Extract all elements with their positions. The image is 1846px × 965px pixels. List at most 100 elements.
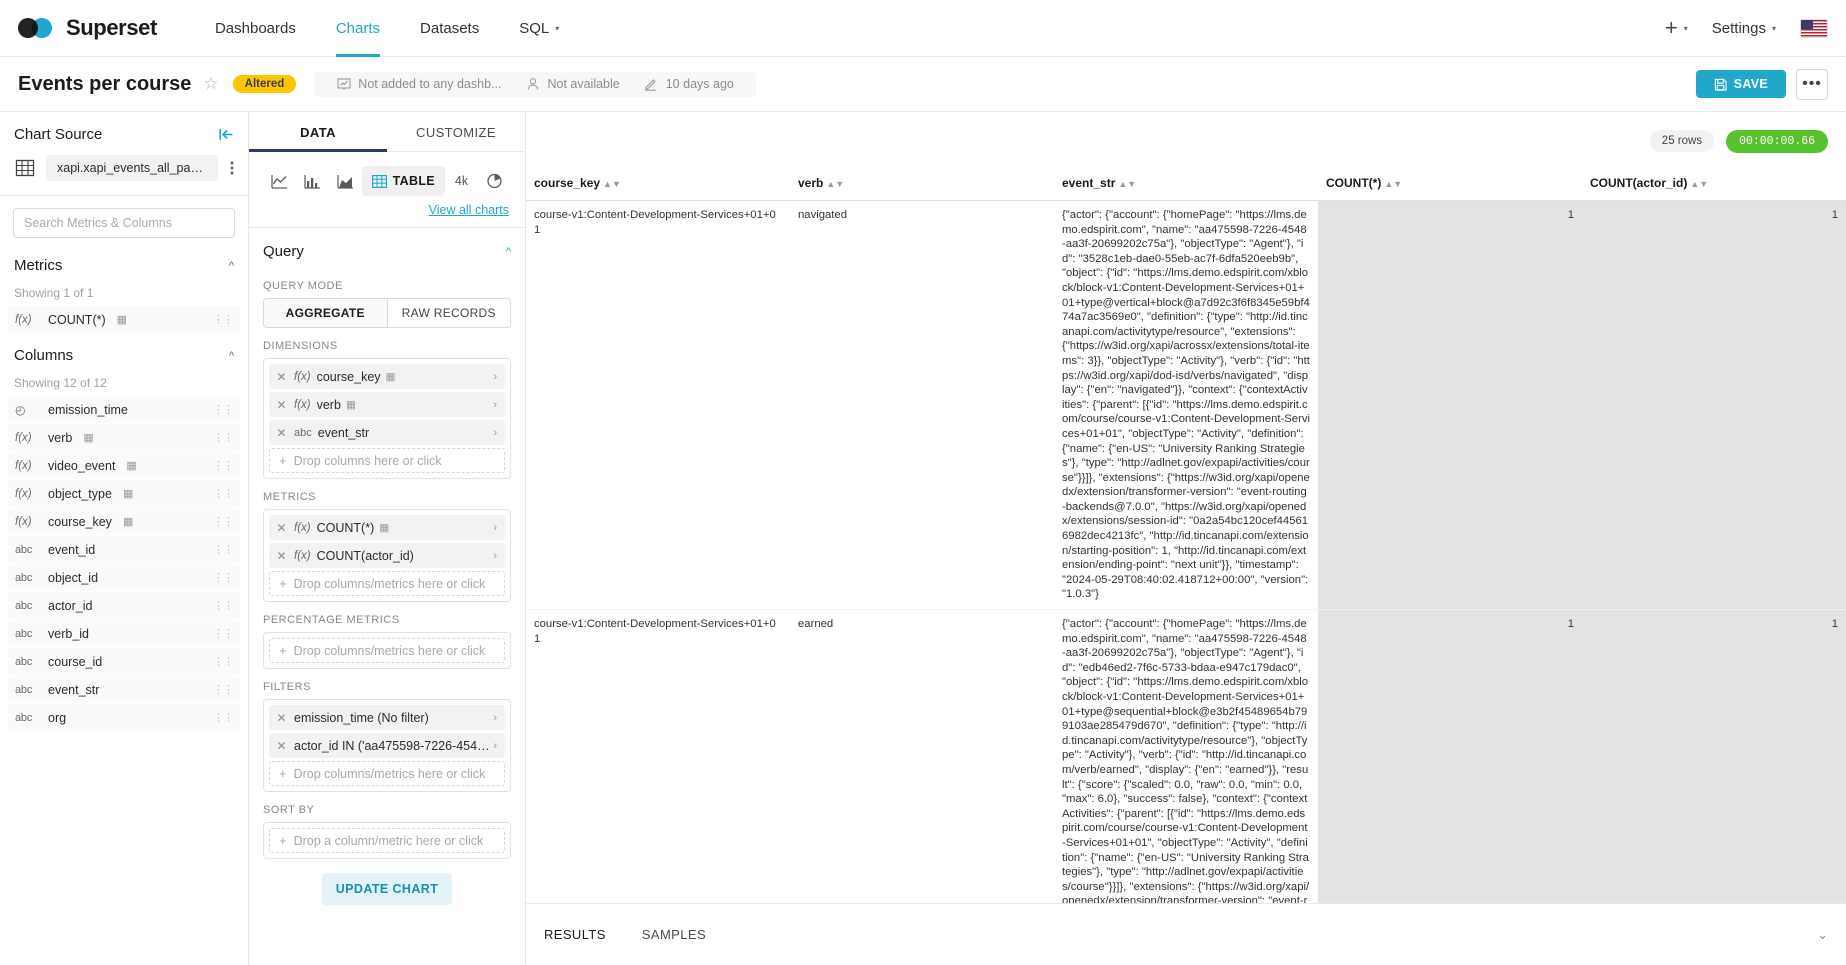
tab-customize[interactable]: CUSTOMIZE: [387, 112, 525, 151]
drag-handle-icon[interactable]: ⋮⋮: [213, 313, 234, 326]
filters-dropzone[interactable]: ✕ emission_time (No filter) › ✕ actor_id IN …: [263, 699, 511, 792]
nav-link-sql[interactable]: SQL ▾: [499, 0, 579, 57]
chevron-up-icon[interactable]: ^: [506, 246, 511, 258]
area-chart-icon[interactable]: [329, 166, 362, 196]
list-item[interactable]: abc org ⋮⋮: [8, 704, 240, 731]
collapse-results-icon[interactable]: ⌄: [1817, 927, 1828, 943]
list-item[interactable]: abc object_id ⋮⋮: [8, 564, 240, 591]
control-chip[interactable]: ✕ f(x) course_key ▦ ›: [269, 364, 505, 389]
chevron-right-icon[interactable]: ›: [493, 522, 505, 534]
column-header-event-str[interactable]: event_str ▲▼: [1054, 170, 1318, 201]
chevron-right-icon[interactable]: ›: [493, 550, 505, 562]
dimensions-dropzone[interactable]: ✕ f(x) course_key ▦ › ✕ f(x) verb ▦ › ✕ abc event_st…: [263, 358, 511, 479]
chevron-up-icon[interactable]: ^: [229, 350, 234, 362]
control-chip[interactable]: ✕ abc event_str ›: [269, 420, 505, 445]
bar-chart-icon[interactable]: [296, 166, 329, 196]
drop-placeholder[interactable]: + Drop columns/metrics here or click: [269, 571, 505, 596]
control-chip[interactable]: ✕ actor_id IN ('aa475598-7226-4548-a... ›: [269, 733, 505, 758]
settings-menu[interactable]: Settings ▾: [1712, 20, 1776, 37]
remove-icon[interactable]: ✕: [269, 711, 294, 725]
percentage-metrics-dropzone[interactable]: + Drop columns/metrics here or click: [263, 632, 511, 669]
list-item[interactable]: abc event_str ⋮⋮: [8, 676, 240, 703]
list-item[interactable]: abc event_id ⋮⋮: [8, 536, 240, 563]
more-options-button[interactable]: •••: [1796, 68, 1828, 100]
list-item[interactable]: f(x) COUNT(*) ▦ ⋮⋮: [8, 306, 240, 333]
view-all-charts-link[interactable]: View all charts: [429, 203, 509, 217]
dataset-name[interactable]: xapi.xapi_events_all_parsed: [46, 155, 218, 181]
remove-icon[interactable]: ✕: [269, 370, 294, 384]
list-item[interactable]: f(x) object_type ▦ ⋮⋮: [8, 480, 240, 507]
tab-samples[interactable]: SAMPLES: [642, 927, 706, 942]
drop-placeholder[interactable]: + Drop a column/metric here or click: [269, 828, 505, 853]
drag-handle-icon[interactable]: ⋮⋮: [213, 403, 234, 416]
tab-data[interactable]: DATA: [249, 112, 387, 152]
chevron-right-icon[interactable]: ›: [493, 740, 505, 752]
superset-logo[interactable]: Superset: [18, 15, 157, 41]
drag-handle-icon[interactable]: ⋮⋮: [213, 459, 234, 472]
line-chart-icon[interactable]: [263, 166, 296, 196]
collapse-panel-icon[interactable]: [219, 128, 234, 141]
nav-link-dashboards[interactable]: Dashboards: [195, 0, 316, 57]
column-header-count-star[interactable]: COUNT(*) ▲▼: [1318, 170, 1582, 201]
chevron-up-icon[interactable]: ^: [229, 260, 234, 272]
chevron-right-icon[interactable]: ›: [493, 427, 505, 439]
language-flag-icon[interactable]: [1800, 18, 1828, 38]
control-chip[interactable]: ✕ f(x) COUNT(*) ▦ ›: [269, 515, 505, 540]
drag-handle-icon[interactable]: ⋮⋮: [213, 599, 234, 612]
list-item[interactable]: ◴ emission_time ⋮⋮: [8, 396, 240, 423]
nav-link-datasets[interactable]: Datasets: [400, 0, 499, 57]
sortby-dropzone[interactable]: + Drop a column/metric here or click: [263, 822, 511, 859]
drag-handle-icon[interactable]: ⋮⋮: [213, 487, 234, 500]
save-button[interactable]: SAVE: [1695, 70, 1786, 98]
pie-chart-icon[interactable]: [478, 166, 511, 196]
results-table-body: course-v1:Content-Development-Services+0…: [526, 200, 1846, 903]
add-new-button[interactable]: + ▾: [1665, 15, 1688, 41]
control-chip[interactable]: ✕ f(x) COUNT(actor_id) ›: [269, 543, 505, 568]
update-chart-button[interactable]: UPDATE CHART: [322, 873, 452, 905]
remove-icon[interactable]: ✕: [269, 426, 294, 440]
remove-icon[interactable]: ✕: [269, 739, 294, 753]
drag-handle-icon[interactable]: ⋮⋮: [213, 571, 234, 584]
drag-handle-icon[interactable]: ⋮⋮: [213, 711, 234, 724]
drag-handle-icon[interactable]: ⋮⋮: [213, 543, 234, 556]
favorite-star-icon[interactable]: ☆: [203, 74, 218, 94]
viz-type-bignumber[interactable]: 4k: [445, 174, 478, 188]
drop-placeholder[interactable]: + Drop columns/metrics here or click: [269, 638, 505, 663]
list-item[interactable]: abc actor_id ⋮⋮: [8, 592, 240, 619]
meta-last-modified-label: 10 days ago: [665, 77, 734, 91]
viz-type-table-selected[interactable]: TABLE: [361, 166, 445, 196]
drag-handle-icon[interactable]: ⋮⋮: [213, 627, 234, 640]
tab-results[interactable]: RESULTS: [544, 927, 606, 942]
chevron-right-icon[interactable]: ›: [493, 399, 505, 411]
chevron-right-icon[interactable]: ›: [493, 712, 505, 724]
list-item[interactable]: f(x) verb ▦ ⋮⋮: [8, 424, 240, 451]
query-mode-aggregate[interactable]: AGGREGATE: [263, 298, 388, 328]
dataset-options-icon[interactable]: [230, 160, 234, 176]
list-item[interactable]: abc verb_id ⋮⋮: [8, 620, 240, 647]
drag-handle-icon[interactable]: ⋮⋮: [213, 431, 234, 444]
search-input[interactable]: [13, 208, 235, 238]
remove-icon[interactable]: ✕: [269, 521, 294, 535]
control-chip[interactable]: ✕ emission_time (No filter) ›: [269, 705, 505, 730]
column-header-course-key[interactable]: course_key ▲▼: [526, 170, 790, 201]
drag-handle-icon[interactable]: ⋮⋮: [213, 515, 234, 528]
column-header-count-actor-id[interactable]: COUNT(actor_id) ▲▼: [1582, 170, 1846, 201]
control-chip[interactable]: ✕ f(x) verb ▦ ›: [269, 392, 505, 417]
chevron-right-icon[interactable]: ›: [493, 371, 505, 383]
metrics-dropzone[interactable]: ✕ f(x) COUNT(*) ▦ › ✕ f(x) COUNT(actor_id) › + Dro…: [263, 509, 511, 602]
drop-placeholder[interactable]: + Drop columns/metrics here or click: [269, 761, 505, 786]
cell-count-actor-id: 1: [1582, 200, 1846, 611]
list-item[interactable]: f(x) course_key ▦ ⋮⋮: [8, 508, 240, 535]
drop-placeholder[interactable]: + Drop columns here or click: [269, 448, 505, 473]
list-item[interactable]: f(x) video_event ▦ ⋮⋮: [8, 452, 240, 479]
query-mode-raw-records[interactable]: RAW RECORDS: [387, 298, 511, 328]
remove-icon[interactable]: ✕: [269, 398, 294, 412]
chip-type-icon: f(x): [294, 521, 311, 534]
nav-link-charts[interactable]: Charts: [316, 0, 400, 57]
drag-handle-icon[interactable]: ⋮⋮: [213, 655, 234, 668]
list-item[interactable]: abc course_id ⋮⋮: [8, 648, 240, 675]
remove-icon[interactable]: ✕: [269, 549, 294, 563]
column-name: event_id: [48, 542, 96, 557]
column-header-verb[interactable]: verb ▲▼: [790, 170, 1054, 201]
drag-handle-icon[interactable]: ⋮⋮: [213, 683, 234, 696]
